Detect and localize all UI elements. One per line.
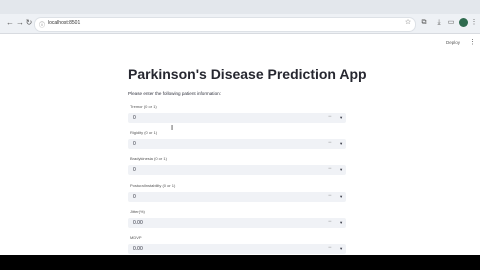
jitter-value: 0.00 [133, 220, 143, 226]
caret-down-icon[interactable]: ▾ [340, 220, 342, 226]
text-cursor-icon: Ⅰ [171, 125, 174, 132]
caret-down-icon[interactable]: ▾ [340, 246, 342, 252]
minus-icon[interactable]: − [328, 219, 332, 225]
profile-avatar[interactable] [459, 18, 468, 27]
jitter-input[interactable]: 0.00 − ▾ [128, 218, 346, 228]
bradykinesia-input[interactable]: 0 − ▾ [128, 165, 346, 175]
browser-window: ← → ↻ ⓘ localhost:8501 ☆ ⧉ ⤓ ▭ ⋮ Deploy … [0, 0, 480, 255]
caret-down-icon[interactable]: ▾ [340, 115, 342, 121]
browser-toolbar: ← → ↻ ⓘ localhost:8501 ☆ ⧉ ⤓ ▭ ⋮ [0, 0, 480, 34]
sidebar-icon[interactable]: ▭ [447, 19, 455, 27]
minus-icon[interactable]: − [328, 114, 332, 120]
app-menu-icon[interactable]: ⋮ [469, 38, 476, 46]
minus-icon[interactable]: − [328, 245, 332, 251]
bradykinesia-label: Bradykinesia (0 or 1) [130, 156, 167, 161]
address-url: localhost:8501 [48, 20, 81, 26]
jitter-label: Jitter(%) [130, 209, 145, 214]
page-title: Parkinson's Disease Prediction App [128, 66, 367, 82]
mdvp-input[interactable]: 0.00 − ▾ [128, 244, 346, 254]
download-icon[interactable]: ⤓ [435, 19, 443, 27]
rigidity-label: Rigidity (0 or 1) [130, 130, 158, 135]
tab-strip [0, 0, 480, 14]
bradykinesia-value: 0 [133, 167, 136, 173]
page-subtitle: Please enter the following patient infor… [128, 91, 221, 96]
deploy-button[interactable]: Deploy [446, 40, 460, 45]
menu-icon[interactable]: ⋮ [470, 19, 478, 27]
postural-instability-input[interactable]: 0 − ▾ [128, 192, 346, 202]
tremor-value: 0 [133, 115, 136, 121]
postural-instability-value: 0 [133, 194, 136, 200]
site-info-icon[interactable]: ⓘ [39, 20, 45, 29]
star-icon[interactable]: ☆ [404, 19, 412, 27]
rigidity-input[interactable]: 0 − ▾ [128, 139, 346, 149]
tremor-input[interactable]: 0 − ▾ [128, 113, 346, 123]
caret-down-icon[interactable]: ▾ [340, 141, 342, 147]
caret-down-icon[interactable]: ▾ [340, 167, 342, 173]
rigidity-value: 0 [133, 141, 136, 147]
mdvp-value: 0.00 [133, 246, 143, 252]
tremor-label: Tremor (0 or 1) [130, 104, 157, 109]
minus-icon[interactable]: − [328, 140, 332, 146]
minus-icon[interactable]: − [328, 166, 332, 172]
postural-instability-label: PosturalInstability (0 or 1) [130, 183, 176, 188]
mdvp-label: MDVP [130, 235, 142, 240]
extensions-icon[interactable]: ⧉ [420, 19, 428, 27]
minus-icon[interactable]: − [328, 193, 332, 199]
address-bar[interactable]: ⓘ localhost:8501 [34, 17, 416, 32]
caret-down-icon[interactable]: ▾ [340, 194, 342, 200]
